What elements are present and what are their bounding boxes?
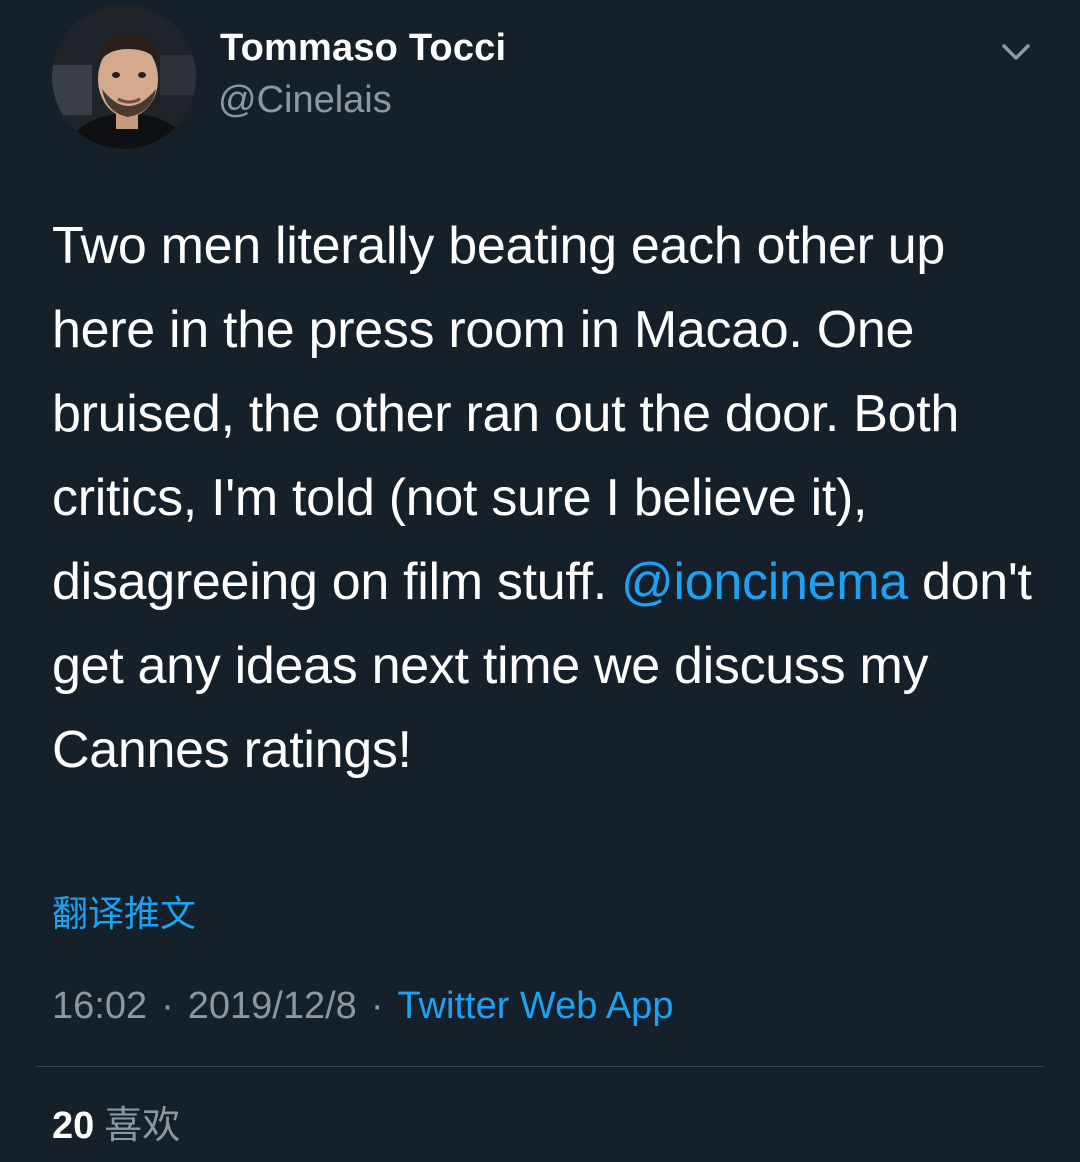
divider — [36, 1066, 1044, 1067]
likes-count: 20 — [52, 1105, 95, 1147]
likes-label[interactable]: 喜欢 — [104, 1105, 180, 1147]
mention-link[interactable]: @ioncinema — [621, 553, 908, 611]
likes-stat[interactable]: 20 喜欢 — [52, 1100, 180, 1152]
author-handle[interactable]: @Cinelais — [218, 76, 392, 124]
author-name[interactable]: Tommaso Tocci — [220, 24, 506, 72]
translate-tweet-link[interactable]: 翻译推文 — [52, 890, 196, 938]
profile-photo-icon — [52, 5, 196, 149]
meta-separator: · — [370, 985, 384, 1027]
chevron-down-icon[interactable] — [996, 36, 1036, 72]
tweet-detail: Tommaso Tocci @Cinelais Two men literall… — [0, 0, 1080, 1162]
tweet-meta: 16:02 · 2019/12/8 · Twitter Web App — [52, 980, 673, 1032]
tweet-time: 16:02 — [52, 985, 148, 1027]
tweet-text: Two men literally beating each other up … — [52, 204, 1042, 792]
avatar[interactable] — [52, 5, 196, 149]
tweet-text-body: Two men literally beating each other up … — [52, 217, 959, 611]
tweet-source-link[interactable]: Twitter Web App — [397, 985, 673, 1027]
meta-separator: · — [161, 985, 174, 1027]
tweet-date: 2019/12/8 — [187, 985, 357, 1027]
